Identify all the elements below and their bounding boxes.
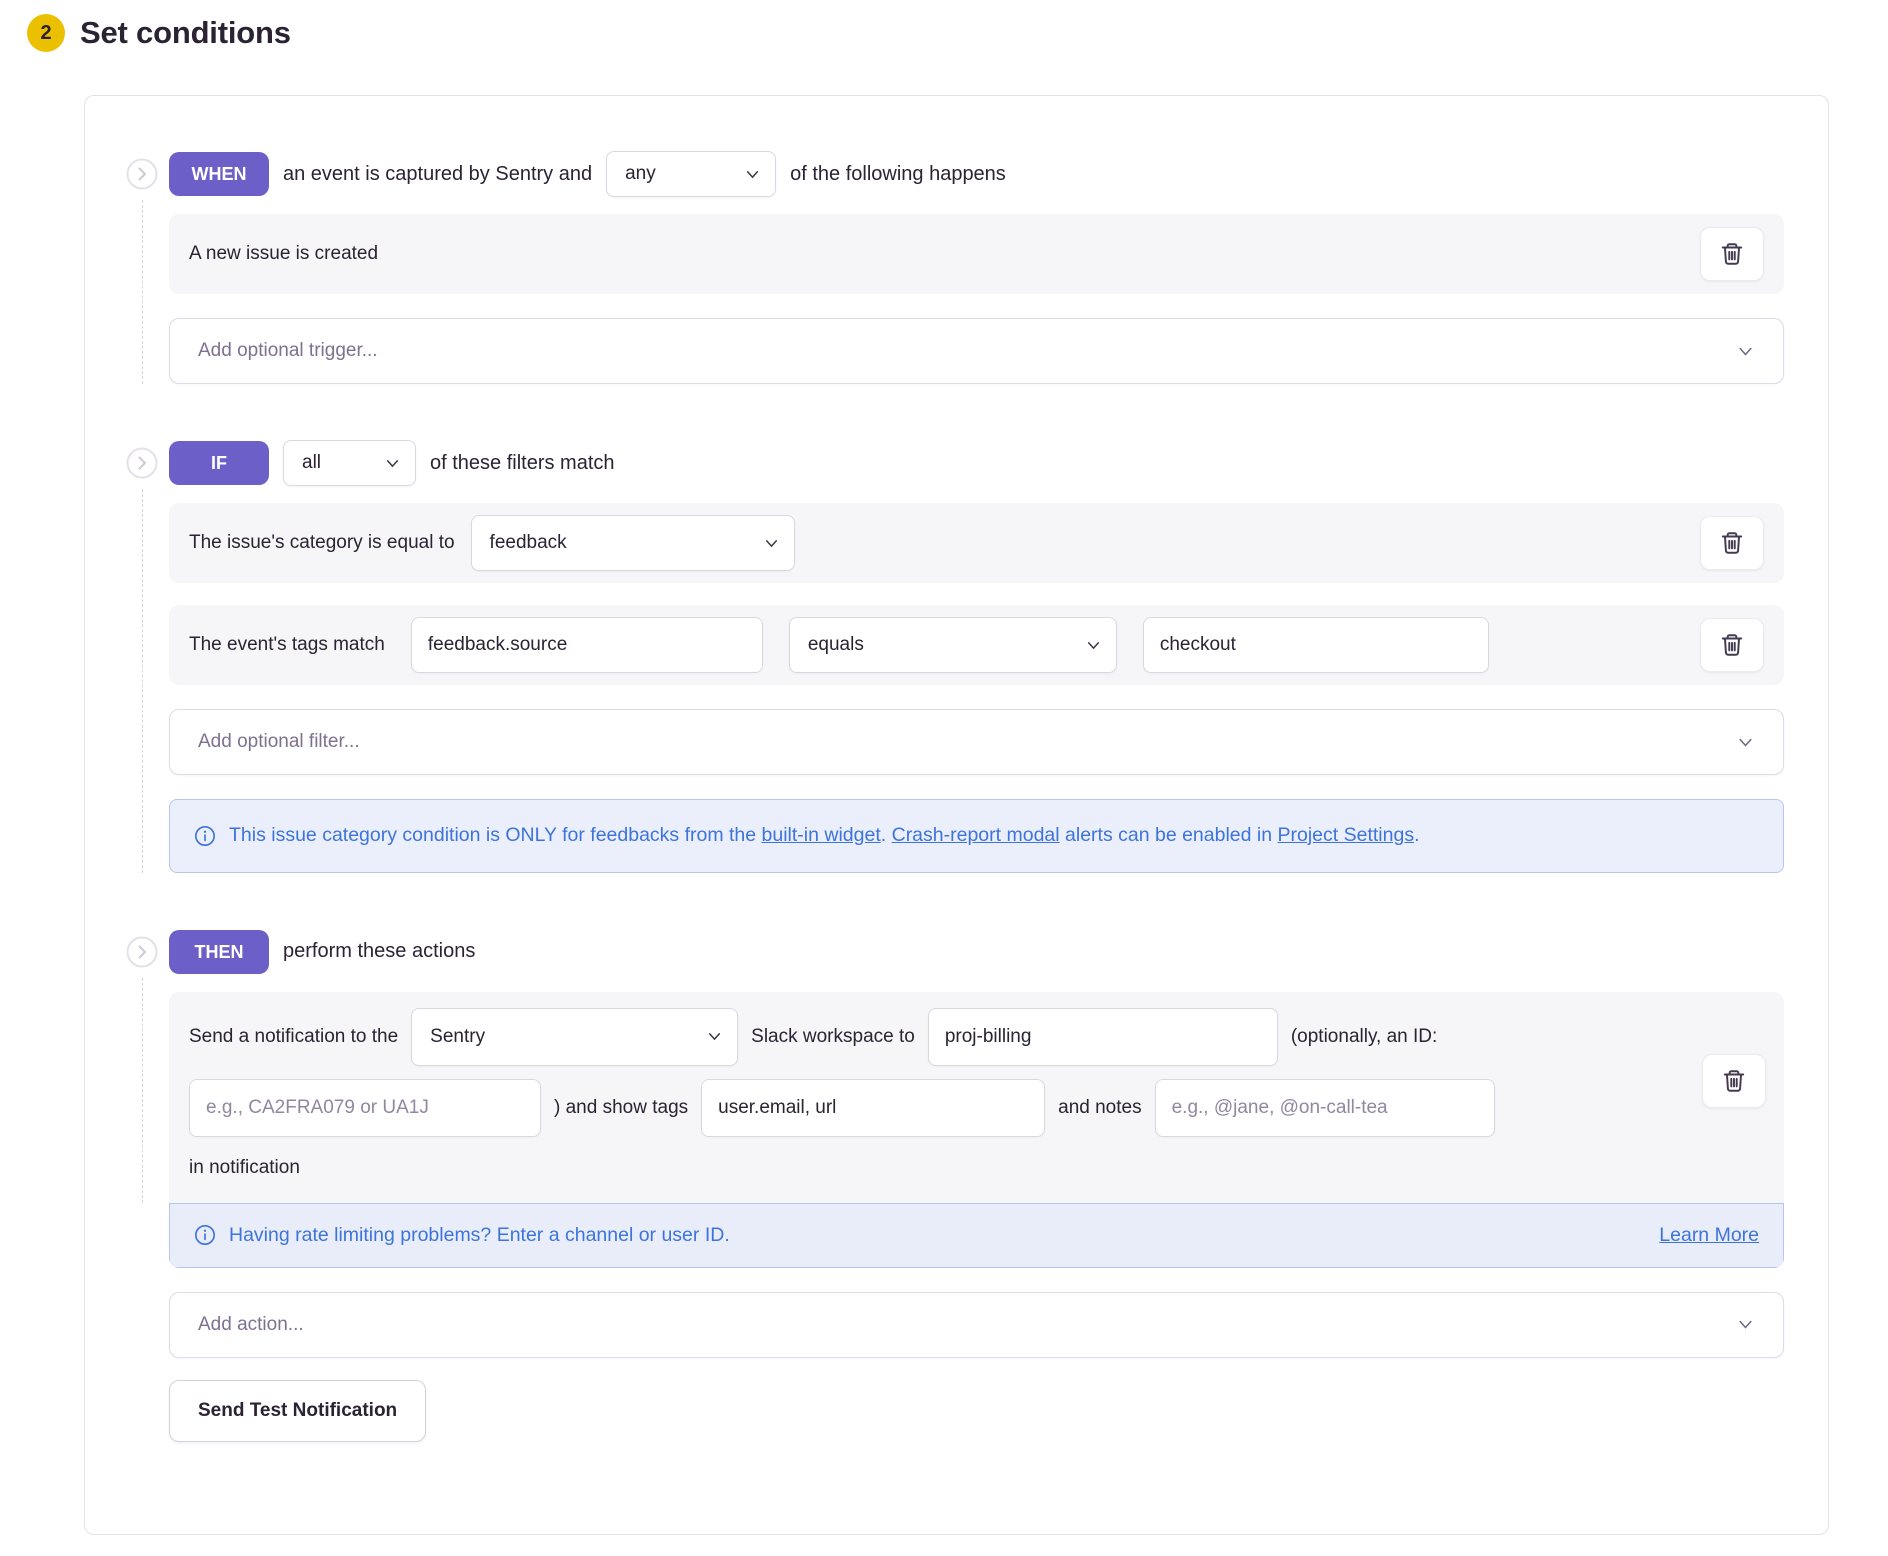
info-icon bbox=[194, 1224, 216, 1246]
if-badge: IF bbox=[169, 441, 269, 485]
when-body: WHEN an event is captured by Sentry and … bbox=[169, 151, 1784, 384]
step-header: 2 Set conditions bbox=[0, 0, 1888, 52]
delete-trigger-button[interactable] bbox=[1700, 227, 1764, 281]
conditions-panel: WHEN an event is captured by Sentry and … bbox=[84, 95, 1829, 1535]
action-label: and notes bbox=[1058, 1097, 1141, 1119]
when-rail bbox=[115, 151, 169, 384]
trash-icon bbox=[1719, 241, 1745, 267]
delete-action-button[interactable] bbox=[1702, 1054, 1766, 1108]
if-body: IF all of these filters match The issue'… bbox=[169, 440, 1784, 873]
trigger-label: A new issue is created bbox=[189, 243, 378, 265]
trash-icon bbox=[1721, 1068, 1747, 1094]
workspace-select[interactable]: Sentry bbox=[411, 1008, 738, 1066]
chevron-down-icon bbox=[1736, 733, 1755, 752]
notice-text-part: This issue category condition is ONLY fo… bbox=[229, 824, 762, 846]
category-condition-notice: This issue category condition is ONLY fo… bbox=[169, 799, 1784, 873]
info-icon bbox=[194, 825, 216, 852]
notice-text-part: alerts can be enabled in bbox=[1060, 824, 1278, 846]
tag-operator-value: equals bbox=[808, 634, 864, 656]
category-select-value: feedback bbox=[490, 532, 567, 554]
when-section: WHEN an event is captured by Sentry and … bbox=[115, 151, 1784, 384]
collapse-chevron-icon[interactable] bbox=[126, 936, 158, 968]
chevron-down-icon bbox=[1736, 1315, 1755, 1334]
action-label: Slack workspace to bbox=[751, 1026, 915, 1048]
if-match-select[interactable]: all bbox=[283, 440, 416, 486]
action-label: ) and show tags bbox=[554, 1097, 688, 1119]
then-badge: THEN bbox=[169, 930, 269, 974]
when-badge: WHEN bbox=[169, 152, 269, 196]
add-trigger-placeholder: Add optional trigger... bbox=[198, 340, 378, 362]
rate-limit-notice: Having rate limiting problems? Enter a c… bbox=[169, 1203, 1784, 1268]
when-frequency-select[interactable]: any bbox=[606, 151, 776, 197]
action-label-in-notification: in notification bbox=[189, 1150, 1764, 1203]
collapse-chevron-icon[interactable] bbox=[126, 158, 158, 190]
chevron-down-icon bbox=[384, 455, 401, 472]
page-title: Set conditions bbox=[80, 15, 291, 51]
tag-value-input[interactable] bbox=[1143, 617, 1489, 673]
add-filter-placeholder: Add optional filter... bbox=[198, 731, 360, 753]
filter-row-category: The issue's category is equal to feedbac… bbox=[169, 503, 1784, 583]
channel-input[interactable] bbox=[928, 1008, 1278, 1066]
when-pre-text: an event is captured by Sentry and bbox=[283, 163, 592, 186]
add-trigger-dropdown[interactable]: Add optional trigger... bbox=[169, 318, 1784, 384]
action-line-2: ) and show tags and notes bbox=[189, 1079, 1689, 1137]
then-body: THEN perform these actions Send a notifi… bbox=[169, 929, 1784, 1442]
rate-limit-notice-left: Having rate limiting problems? Enter a c… bbox=[194, 1224, 730, 1247]
when-header-row: WHEN an event is captured by Sentry and … bbox=[169, 151, 1784, 197]
built-in-widget-link[interactable]: built-in widget bbox=[762, 824, 881, 846]
slack-action-row: Send a notification to the Sentry Slack … bbox=[169, 992, 1784, 1268]
tag-key-input[interactable] bbox=[411, 617, 763, 673]
tags-filter-label: The event's tags match bbox=[189, 634, 385, 656]
if-header-row: IF all of these filters match bbox=[169, 440, 1784, 486]
add-action-placeholder: Add action... bbox=[198, 1314, 304, 1336]
rail-connector bbox=[142, 200, 143, 384]
when-post-text: of the following happens bbox=[790, 163, 1006, 186]
trigger-row: A new issue is created bbox=[169, 214, 1784, 294]
then-post-text: perform these actions bbox=[283, 940, 475, 963]
delete-filter-button[interactable] bbox=[1700, 618, 1764, 672]
then-section: THEN perform these actions Send a notifi… bbox=[115, 929, 1784, 1442]
notes-input[interactable] bbox=[1155, 1079, 1495, 1137]
chevron-down-icon bbox=[1085, 637, 1102, 654]
delete-filter-button[interactable] bbox=[1700, 516, 1764, 570]
trash-icon bbox=[1719, 530, 1745, 556]
rail-connector bbox=[142, 489, 143, 873]
learn-more-link[interactable]: Learn More bbox=[1659, 1224, 1759, 1247]
trash-icon bbox=[1719, 632, 1745, 658]
if-section: IF all of these filters match The issue'… bbox=[115, 440, 1784, 873]
tag-operator-select[interactable]: equals bbox=[789, 617, 1117, 673]
add-filter-dropdown[interactable]: Add optional filter... bbox=[169, 709, 1784, 775]
then-rail bbox=[115, 929, 169, 1442]
tags-input[interactable] bbox=[701, 1079, 1045, 1137]
crash-report-modal-link[interactable]: Crash-report modal bbox=[892, 824, 1060, 846]
action-label: (optionally, an ID: bbox=[1291, 1026, 1437, 1048]
category-filter-label: The issue's category is equal to bbox=[189, 532, 455, 554]
chevron-down-icon bbox=[706, 1028, 723, 1045]
if-rail bbox=[115, 440, 169, 873]
if-match-value: all bbox=[302, 452, 321, 474]
when-frequency-value: any bbox=[625, 163, 656, 185]
step-number-badge: 2 bbox=[27, 14, 65, 52]
notice-text-part: . bbox=[1414, 824, 1419, 846]
add-action-dropdown[interactable]: Add action... bbox=[169, 1292, 1784, 1358]
chevron-down-icon bbox=[1736, 342, 1755, 361]
rate-limit-notice-text: Having rate limiting problems? Enter a c… bbox=[229, 1224, 730, 1247]
chevron-down-icon bbox=[744, 166, 761, 183]
action-label: Send a notification to the bbox=[189, 1026, 398, 1048]
if-post-text: of these filters match bbox=[430, 452, 615, 475]
rail-connector bbox=[142, 978, 143, 1203]
channel-id-input[interactable] bbox=[189, 1079, 541, 1137]
filter-row-tags: The event's tags match equals bbox=[169, 605, 1784, 685]
notice-text-part: . bbox=[881, 824, 892, 846]
action-line-1: Send a notification to the Sentry Slack … bbox=[189, 1008, 1689, 1066]
notice-text: This issue category condition is ONLY fo… bbox=[229, 820, 1420, 852]
then-header-row: THEN perform these actions bbox=[169, 929, 1784, 975]
project-settings-link[interactable]: Project Settings bbox=[1278, 824, 1415, 846]
chevron-down-icon bbox=[763, 535, 780, 552]
workspace-select-value: Sentry bbox=[430, 1026, 485, 1048]
collapse-chevron-icon[interactable] bbox=[126, 447, 158, 479]
send-test-notification-button[interactable]: Send Test Notification bbox=[169, 1380, 426, 1442]
category-select[interactable]: feedback bbox=[471, 515, 795, 571]
